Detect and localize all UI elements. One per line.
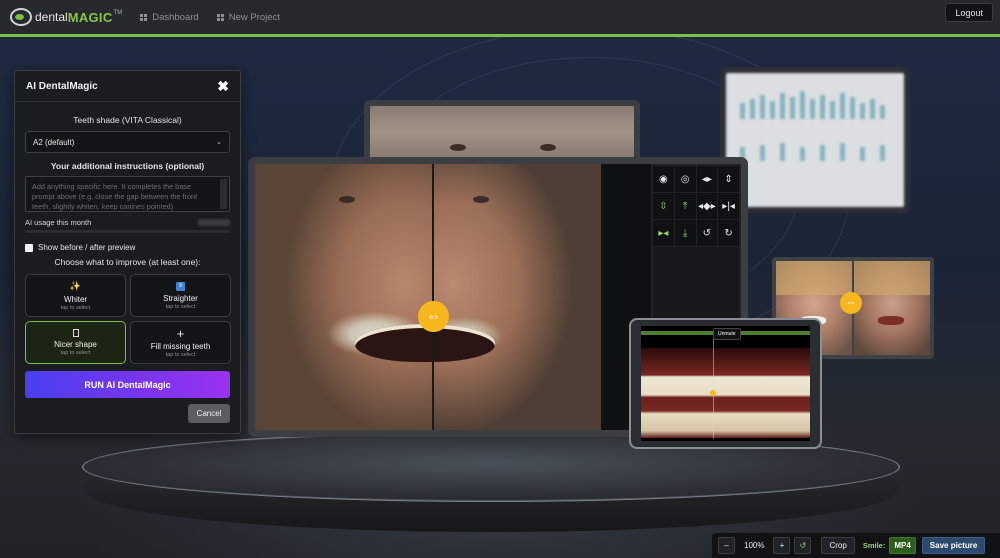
logo-trademark: TM: [113, 10, 123, 16]
compare-swap-icon: ⇔: [840, 292, 862, 314]
nav-dashboard-label: Dashboard: [152, 11, 199, 23]
top-navigation: dental MAGIC TM Dashboard New Project Lo…: [0, 0, 1000, 34]
instructions-textarea[interactable]: Add anything specific here. It completes…: [25, 176, 230, 212]
ai-usage-bar: [25, 230, 230, 233]
flip-horizontal-icon[interactable]: ◂▸: [696, 166, 718, 192]
option-hint: tap to select: [165, 303, 196, 310]
close-icon[interactable]: ✖: [217, 79, 229, 93]
align-icon: ≡: [176, 281, 185, 291]
front-tablet-device: Unmute: [629, 318, 822, 449]
grid-icon: [140, 13, 148, 21]
chevron-down-icon: ⌄: [216, 139, 222, 146]
save-picture-button[interactable]: Save picture: [921, 537, 986, 554]
option-whiter[interactable]: ✨ Whiter tap to select: [25, 274, 126, 317]
panel-header: AI DentalMagic ✖: [15, 71, 240, 102]
chart-display-device: [720, 67, 910, 213]
before-photo[interactable]: [255, 164, 433, 430]
rotate-left-icon[interactable]: ↺: [696, 220, 718, 246]
textarea-scrollbar[interactable]: [220, 179, 227, 209]
ai-usage-value: [198, 219, 230, 226]
option-name: Fill missing teeth: [150, 341, 211, 351]
option-name: Straighter: [163, 293, 198, 303]
compare-slider-handle[interactable]: ⇔: [418, 301, 449, 332]
shade-select-value: A2 (default): [33, 137, 75, 147]
compare-before-photo: [854, 261, 930, 355]
eye-icon[interactable]: ◎: [674, 166, 696, 192]
tablet-video-screen: Unmute: [641, 326, 810, 441]
option-nicer-shape[interactable]: Nicer shape tap to select: [25, 321, 126, 364]
cancel-button[interactable]: Cancel: [188, 404, 230, 423]
compress-vertical-icon[interactable]: ⤒: [674, 193, 696, 219]
dentalmagic-logo[interactable]: dental MAGIC TM: [10, 0, 122, 34]
expand-vertical-icon[interactable]: ⇳: [653, 193, 674, 219]
option-hint: tap to select: [60, 350, 91, 356]
option-straighter[interactable]: ≡ Straighter tap to select: [130, 274, 231, 317]
before-after-toggle[interactable]: Show before / after preview: [25, 243, 230, 252]
tablet-compare-handle: [710, 390, 716, 396]
crop-button[interactable]: Crop: [821, 537, 855, 554]
before-after-checkbox[interactable]: [25, 243, 33, 252]
eye-open-icon[interactable]: ◉: [653, 166, 674, 192]
nav-new-project[interactable]: New Project: [216, 11, 280, 23]
teeth-closeup: [641, 348, 810, 438]
nav-dashboard[interactable]: Dashboard: [140, 11, 199, 23]
grid-icon: [216, 13, 224, 21]
instructions-label: Your additional instructions (optional): [50, 161, 205, 171]
tablet-compare-line: [713, 336, 714, 439]
rotate-right-icon[interactable]: ↻: [718, 220, 739, 246]
sparkle-icon: ✨: [69, 280, 82, 291]
option-hint: tap to select: [60, 304, 91, 311]
after-photo[interactable]: [433, 164, 601, 430]
zoom-level: 100%: [744, 541, 765, 550]
shade-label: Teeth shade (VITA Classical): [73, 115, 182, 125]
reset-view-icon[interactable]: ↺: [794, 537, 812, 554]
before-after-label: Show before / after preview: [38, 243, 136, 252]
instructions-placeholder: Add anything specific here. It completes…: [32, 182, 198, 211]
option-fill-missing-teeth[interactable]: + Fill missing teeth tap to select: [130, 321, 231, 364]
nav-new-project-label: New Project: [228, 11, 280, 23]
zoom-out-button[interactable]: –: [718, 537, 735, 554]
shade-select[interactable]: A2 (default) ⌄: [25, 131, 230, 153]
zoom-in-button[interactable]: +: [773, 537, 791, 554]
run-ai-button[interactable]: RUN AI DentalMagic: [25, 371, 230, 398]
tooth-shape-icon: [72, 329, 79, 337]
move-vertical-icon[interactable]: ⇕: [718, 166, 739, 192]
logo-text-dental: dental: [35, 10, 68, 24]
compress-horizontal-icon[interactable]: ▸|◂: [718, 193, 739, 219]
comparison-divider[interactable]: [432, 164, 434, 430]
stretch-icon[interactable]: ▸◂: [653, 220, 674, 246]
mp4-button[interactable]: MP4: [889, 537, 916, 554]
logo-mark-icon: [10, 8, 32, 26]
option-name: Nicer shape: [54, 340, 97, 349]
shrink-icon[interactable]: ⤓: [674, 220, 696, 246]
choose-improvement-label: Choose what to improve (at least one):: [54, 257, 201, 267]
ai-usage-label: AI usage this month: [25, 218, 92, 227]
option-hint: tap to select: [165, 351, 196, 358]
expand-horizontal-icon[interactable]: ◂◆▸: [696, 193, 718, 219]
smile-label: Smile:: [862, 541, 886, 550]
logout-button[interactable]: Logout: [945, 3, 993, 22]
panel-title: AI DentalMagic: [26, 80, 98, 92]
ai-dentalmagic-panel: AI DentalMagic ✖ Teeth shade (VITA Class…: [14, 70, 241, 434]
plus-icon: +: [176, 325, 185, 341]
option-name: Whiter: [63, 294, 88, 304]
logo-text-magic: MAGIC: [67, 9, 113, 25]
improvement-options: ✨ Whiter tap to select ≡ Straighter tap …: [25, 274, 231, 364]
bottom-toolbar: – 100% + ↺ Crop Smile: MP4 Save picture: [712, 533, 1000, 558]
unmute-button[interactable]: Unmute: [713, 328, 741, 340]
dental-chart-screen: [726, 73, 904, 207]
